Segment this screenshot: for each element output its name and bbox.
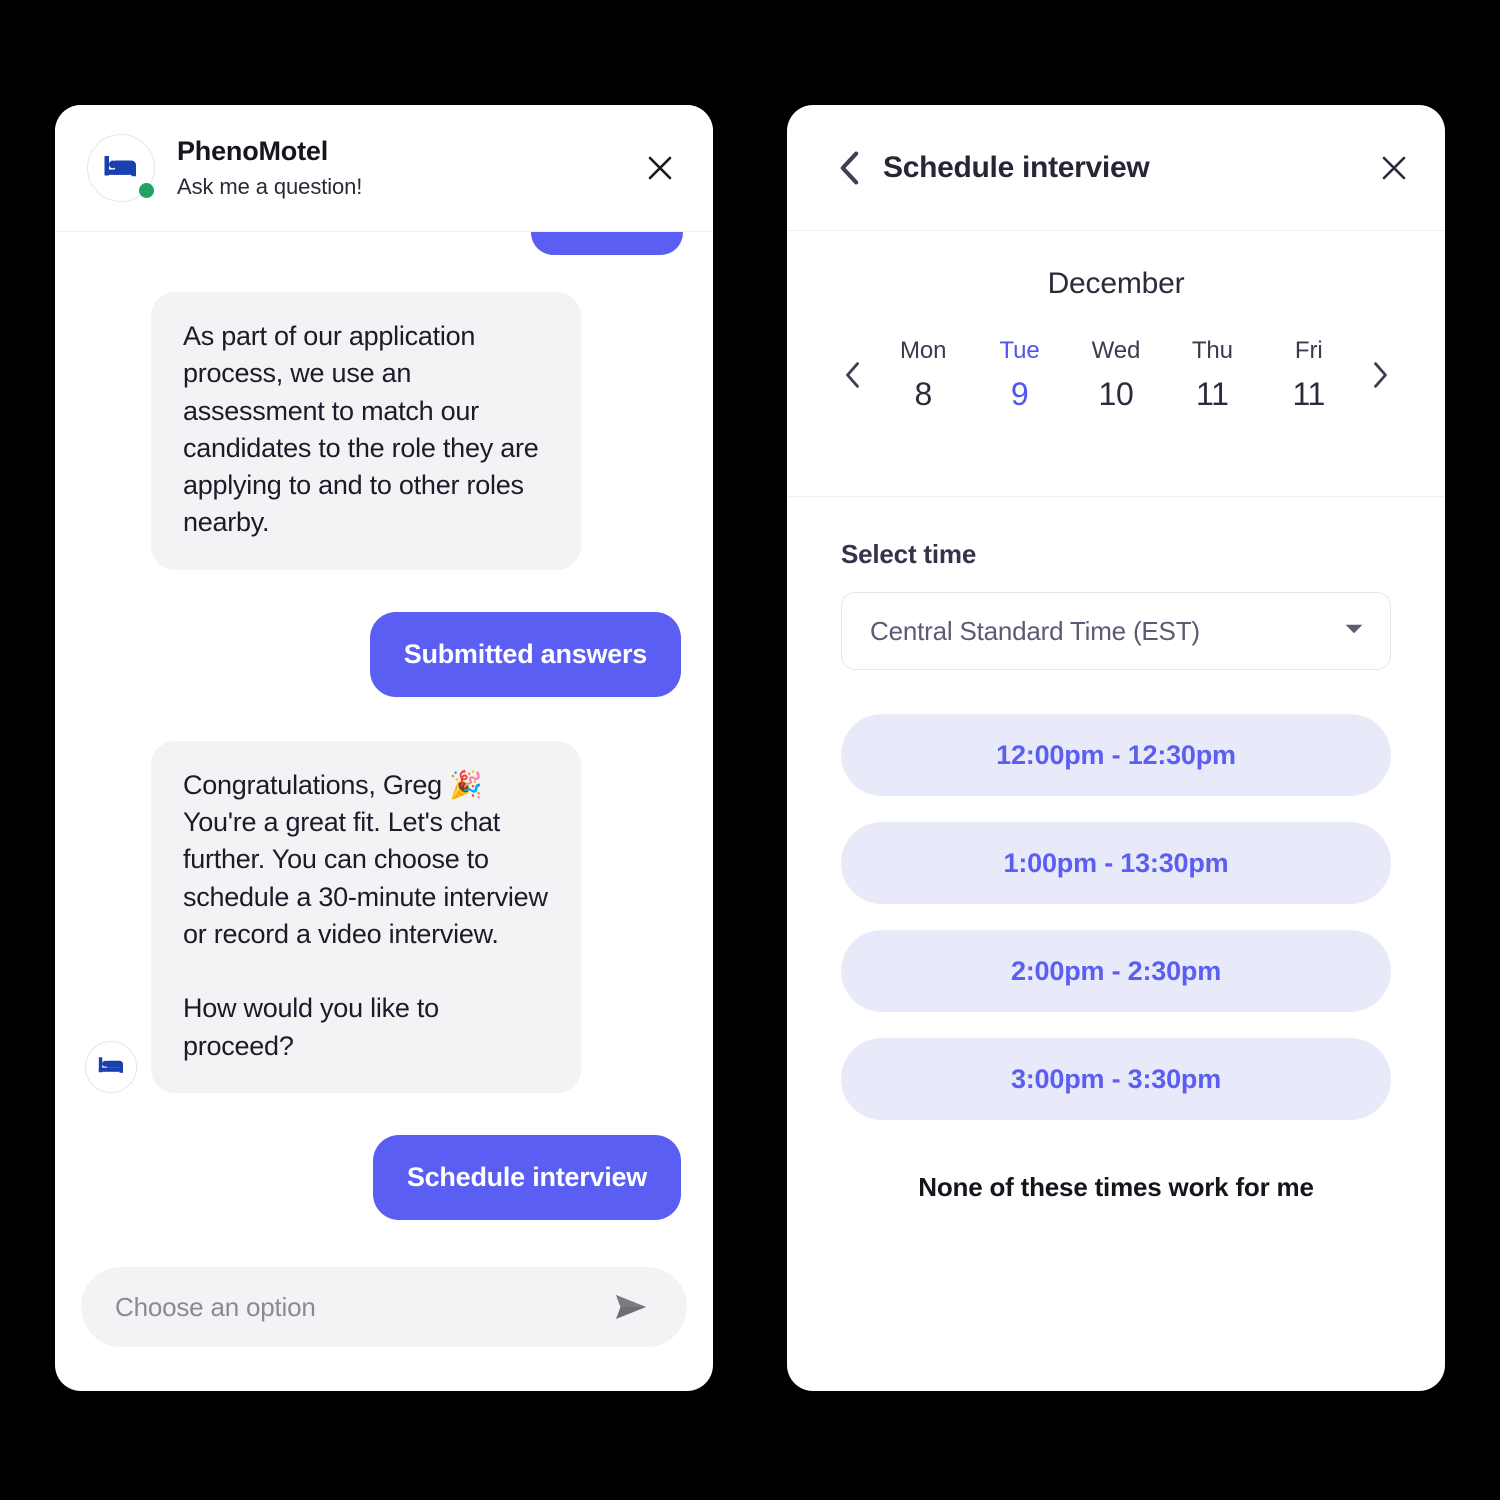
message-row: Schedule interview [85,1134,681,1220]
chat-message-list: As part of our application process, we u… [55,232,713,1231]
scheduler-header: Schedule interview [787,105,1445,231]
user-message-bubble[interactable]: Submitted answers [369,611,681,697]
time-slot[interactable]: 12:00pm - 12:30pm [841,714,1391,796]
calendar-day-fri[interactable]: Fri 11 [1272,337,1346,413]
calendar-day-mon[interactable]: Mon 8 [886,337,960,413]
scheduler-title: Schedule interview [883,150,1150,184]
message-row: Submitted answers [85,611,681,697]
chat-composer [81,1267,687,1347]
time-slot[interactable]: 1:00pm - 13:30pm [841,822,1391,904]
close-icon [648,156,672,180]
message-row: Congratulations, Greg 🎉 You're a great f… [85,740,683,1093]
calendar-dow-label: Tue [999,337,1040,364]
calendar-week-strip: Mon 8 Tue 9 Wed 10 Thu 11 Fri 11 [787,337,1445,413]
none-of-these-times-link[interactable]: None of these times work for me [841,1172,1391,1203]
chevron-down-icon [1345,624,1363,633]
calendar-day-wed[interactable]: Wed 10 [1079,337,1153,413]
chat-title: PhenoMotel [177,135,328,166]
clipped-previous-message [531,232,683,255]
bed-icon [98,1057,123,1074]
message-row: As part of our application process, we u… [85,292,683,570]
chat-close-button[interactable] [637,145,683,191]
bed-icon [104,156,136,177]
calendar-dow-label: Wed [1091,337,1141,364]
calendar-date-number: 9 [1010,376,1029,412]
chat-input[interactable] [115,1291,609,1323]
chat-subtitle: Ask me a question! [177,174,363,200]
online-status-dot [139,183,154,198]
scheduler-close-button[interactable] [1371,145,1417,191]
timezone-select[interactable]: Central Standard Time (EST) [841,592,1391,670]
calendar-month-label: December [1047,267,1185,300]
date-picker: December Mon 8 Tue 9 Wed 10 Thu 11 Fri 1… [787,231,1445,497]
chat-widget-card: PhenoMotel Ask me a question! As part of… [55,105,713,1391]
send-icon [616,1295,646,1319]
calendar-dow-label: Mon [899,337,947,364]
back-button[interactable] [829,146,869,190]
user-message-bubble[interactable]: Schedule interview [372,1134,681,1220]
calendar-days: Mon 8 Tue 9 Wed 10 Thu 11 Fri 11 [875,337,1357,413]
calendar-next-week-button[interactable] [1357,352,1403,398]
time-slot[interactable]: 2:00pm - 2:30pm [841,930,1391,1012]
chevron-right-icon [1373,362,1387,388]
calendar-date-number: 10 [1098,376,1134,412]
calendar-dow-label: Thu [1191,337,1233,364]
timezone-caret [1344,622,1364,641]
close-icon [1382,156,1406,179]
chat-header-text: PhenoMotel Ask me a question! [177,136,362,200]
calendar-dow-label: Fri [1294,337,1323,364]
select-time-label: Select time [841,539,977,569]
time-selection-section: Select time Central Standard Time (EST) … [787,497,1445,1203]
calendar-prev-week-button[interactable] [829,352,875,398]
avatar [87,134,155,202]
time-slot-list: 12:00pm - 12:30pm 1:00pm - 13:30pm 2:00p… [841,714,1391,1120]
bot-message-bubble: As part of our application process, we u… [151,292,581,570]
calendar-date-number: 8 [914,376,932,412]
chevron-left-icon [845,362,859,388]
time-slot[interactable]: 3:00pm - 3:30pm [841,1038,1391,1120]
calendar-day-tue[interactable]: Tue 9 [983,337,1057,413]
send-button[interactable] [609,1285,653,1329]
calendar-day-thu[interactable]: Thu 11 [1175,337,1249,413]
timezone-value: Central Standard Time (EST) [870,615,1200,646]
scheduler-card: Schedule interview December Mon 8 Tue 9 … [787,105,1445,1391]
chat-header: PhenoMotel Ask me a question! [55,105,713,232]
calendar-date-number: 11 [1292,376,1326,412]
bot-mini-avatar [85,1040,137,1093]
calendar-date-number: 11 [1196,376,1229,412]
bot-message-bubble: Congratulations, Greg 🎉 You're a great f… [151,740,581,1093]
chevron-left-icon [840,151,859,184]
screenshot-stage: PhenoMotel Ask me a question! As part of… [0,0,1500,1500]
